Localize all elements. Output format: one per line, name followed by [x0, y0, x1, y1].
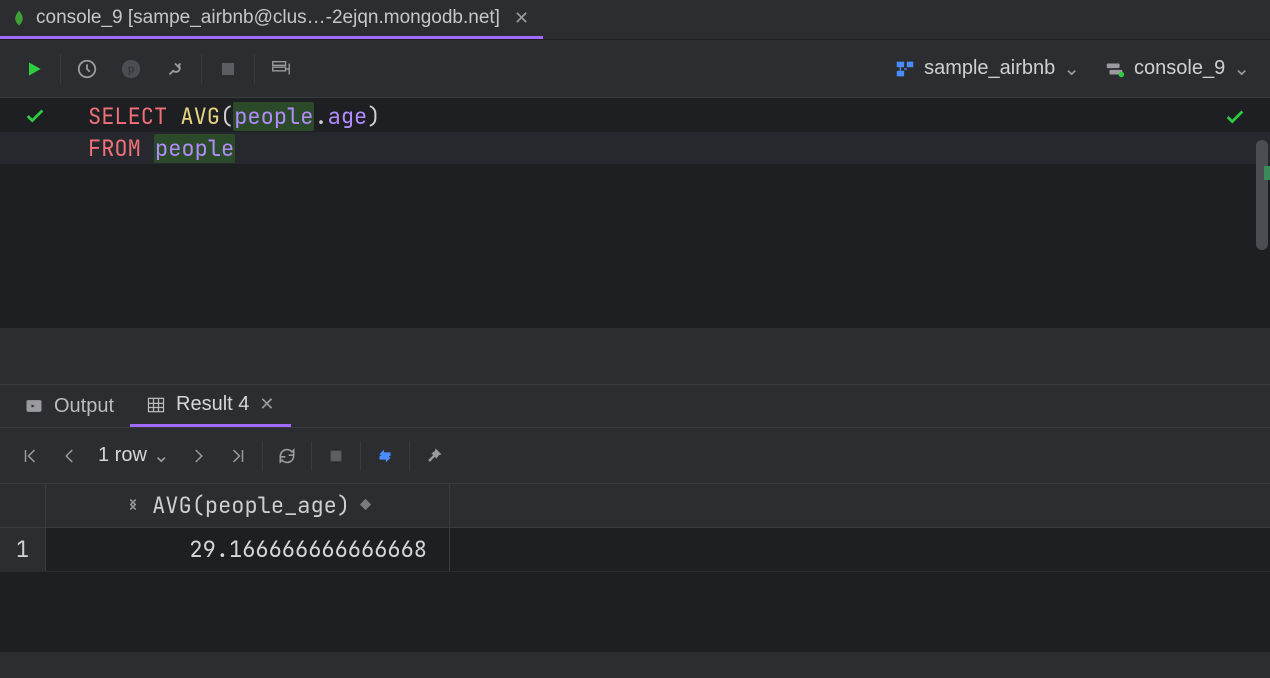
sort-icon[interactable]: ◆	[360, 494, 371, 517]
editor-toolbar: p sample_airbnb ⌄ console_9 ⌄	[0, 40, 1270, 98]
file-tab-active[interactable]: console_9 [sampe_airbnb@clus…-2ejqn.mong…	[0, 0, 543, 39]
tab-result[interactable]: Result 4 ✕	[130, 385, 290, 427]
gutter-check-icon	[24, 105, 46, 127]
history-button[interactable]	[65, 47, 109, 91]
editor-line-2: FROM people	[70, 134, 235, 163]
chevron-down-icon: ⌄	[1233, 56, 1250, 81]
editor-line-1: SELECT AVG(people.age)	[70, 102, 380, 131]
tab-output-label: Output	[54, 395, 114, 418]
row-count-dropdown[interactable]: 1 row ⌄	[90, 443, 178, 468]
explain-plan-button[interactable]	[259, 47, 303, 91]
sql-editor[interactable]: SELECT AVG(people.age) FROM people	[0, 98, 1270, 328]
editor-scrollbar[interactable]	[1256, 140, 1268, 250]
schema-name: sample_airbnb	[924, 57, 1055, 80]
parameter-button[interactable]: p	[109, 47, 153, 91]
session-selector[interactable]: console_9 ⌄	[1096, 52, 1258, 85]
separator	[311, 441, 312, 471]
reload-button[interactable]	[267, 436, 307, 476]
column-header[interactable]: AVG(people_age) ◆	[46, 484, 450, 527]
last-page-button[interactable]	[218, 436, 258, 476]
prev-page-button[interactable]	[50, 436, 90, 476]
session-name: console_9	[1134, 57, 1225, 80]
separator	[409, 441, 410, 471]
separator	[254, 54, 255, 84]
split-gap[interactable]	[0, 328, 1270, 384]
editor-marker	[1264, 166, 1270, 180]
separator	[262, 441, 263, 471]
chevron-down-icon: ⌄	[153, 443, 170, 468]
row-number: 1	[0, 528, 46, 571]
stop-result-button[interactable]	[316, 436, 356, 476]
grid-corner	[0, 484, 46, 527]
table-row[interactable]: 1 29.166666666666668	[0, 528, 1270, 572]
first-page-button[interactable]	[10, 436, 50, 476]
tab-output[interactable]: Output	[8, 385, 130, 427]
separator	[60, 54, 61, 84]
cell-value[interactable]: 29.166666666666668	[46, 528, 450, 571]
chevron-down-icon: ⌄	[1063, 56, 1080, 81]
result-grid-empty	[0, 572, 1270, 652]
row-count-label: 1 row	[98, 444, 147, 467]
pin-button[interactable]	[414, 436, 454, 476]
file-tab-bar: console_9 [sampe_airbnb@clus…-2ejqn.mong…	[0, 0, 1270, 40]
compare-button[interactable]	[365, 436, 405, 476]
result-toolbar: 1 row ⌄	[0, 428, 1270, 484]
result-tabs: Output Result 4 ✕	[0, 384, 1270, 428]
file-tab-title: console_9 [sampe_airbnb@clus…-2ejqn.mong…	[36, 7, 500, 29]
separator	[360, 441, 361, 471]
next-page-button[interactable]	[178, 436, 218, 476]
svg-text:p: p	[128, 63, 134, 75]
tab-result-label: Result 4	[176, 393, 249, 416]
settings-button[interactable]	[153, 47, 197, 91]
result-grid: AVG(people_age) ◆ 1 29.166666666666668	[0, 484, 1270, 572]
separator	[201, 54, 202, 84]
inspection-ok-icon[interactable]	[1224, 106, 1246, 128]
run-button[interactable]	[12, 47, 56, 91]
stop-button[interactable]	[206, 47, 250, 91]
column-header-label: AVG(people_age)	[152, 491, 350, 520]
close-tab-icon[interactable]: ✕	[514, 8, 529, 29]
mongodb-leaf-icon	[10, 9, 28, 27]
close-result-tab-icon[interactable]: ✕	[259, 394, 274, 415]
schema-selector[interactable]: sample_airbnb ⌄	[886, 52, 1088, 85]
